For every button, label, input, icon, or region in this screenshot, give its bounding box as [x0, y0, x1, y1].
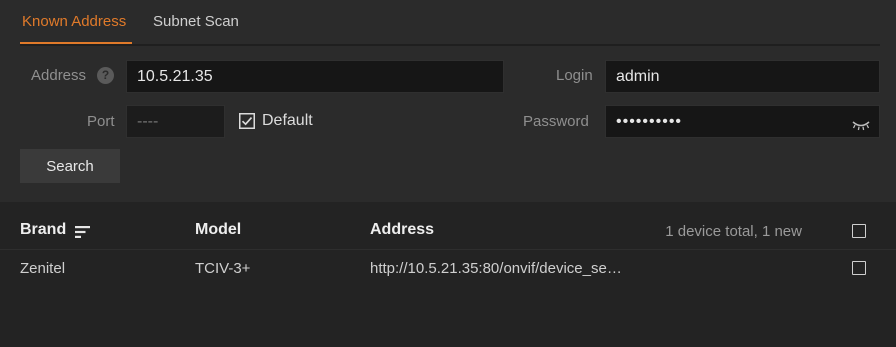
port-field[interactable]: [127, 106, 224, 137]
eye-closed-icon[interactable]: [851, 118, 871, 132]
row-brand: Zenitel: [20, 260, 66, 277]
tab-bar: Known Address Subnet Scan: [20, 0, 880, 46]
column-header-model[interactable]: Model: [195, 221, 241, 239]
password-field[interactable]: [606, 106, 879, 137]
port-label: Port: [87, 113, 115, 130]
header-divider: [0, 249, 896, 250]
login-label: Login: [556, 67, 593, 84]
address-field-wrapper: [126, 60, 504, 93]
password-field-wrapper: [605, 105, 880, 138]
login-field[interactable]: [606, 61, 879, 92]
search-button[interactable]: Search: [20, 149, 120, 183]
device-summary: 1 device total, 1 new: [665, 223, 802, 240]
select-all-checkbox[interactable]: [852, 224, 866, 238]
column-header-brand[interactable]: Brand: [20, 221, 66, 239]
port-field-wrapper: [126, 105, 225, 138]
address-field[interactable]: [127, 61, 503, 92]
address-label: Address: [31, 67, 87, 84]
row-model: TCIV-3+: [195, 260, 251, 277]
sort-icon[interactable]: [75, 226, 90, 238]
password-label: Password: [523, 113, 589, 130]
default-label: Default: [262, 112, 313, 129]
help-icon[interactable]: ?: [97, 67, 114, 84]
connection-panel: Known Address Subnet Scan Address ? Port…: [0, 0, 896, 202]
row-checkbox[interactable]: [852, 261, 866, 275]
tab-known-address[interactable]: Known Address: [20, 0, 132, 44]
column-header-address[interactable]: Address: [370, 221, 434, 239]
tab-subnet-scan[interactable]: Subnet Scan: [153, 0, 239, 42]
checkbox-checked-icon[interactable]: [239, 113, 255, 129]
login-field-wrapper: [605, 60, 880, 93]
row-address: http://10.5.21.35:80/onvif/device_se…: [370, 260, 622, 277]
